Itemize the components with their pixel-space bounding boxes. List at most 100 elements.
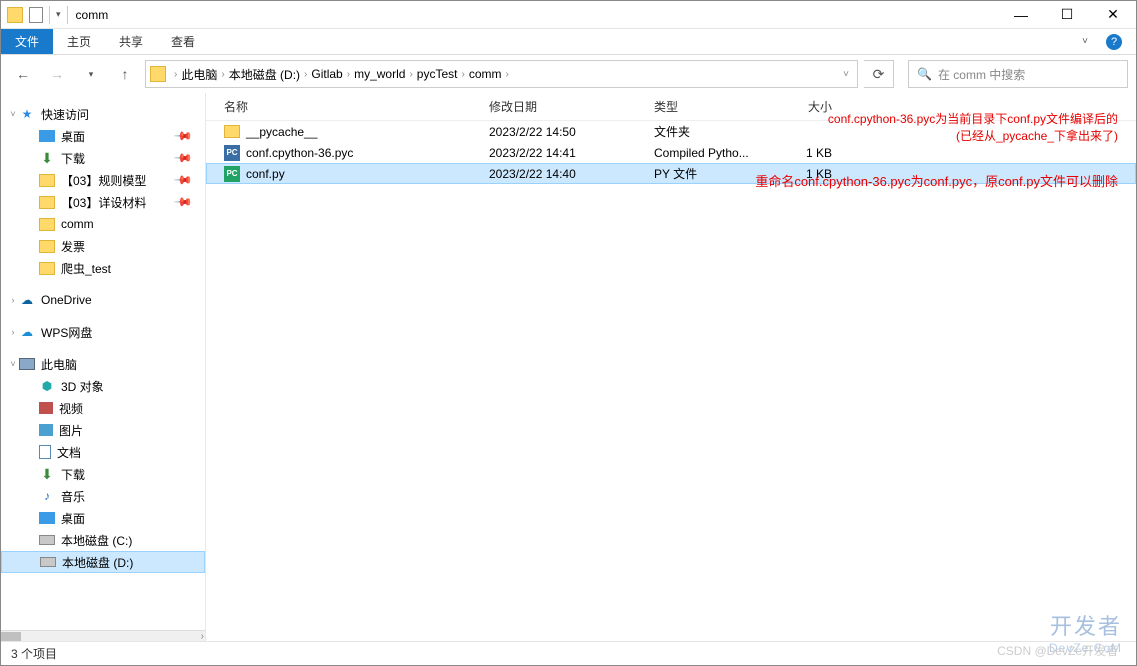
body: ˅★快速访问 桌面📌 ⬇下载📌 【03】规则模型📌 【03】详设材料📌 comm…	[1, 93, 1136, 641]
navigation-pane[interactable]: ˅★快速访问 桌面📌 ⬇下载📌 【03】规则模型📌 【03】详设材料📌 comm…	[1, 93, 206, 641]
help-icon[interactable]: ?	[1106, 34, 1122, 50]
cloud-icon: ☁	[19, 292, 35, 308]
pin-icon: 📌	[173, 148, 193, 168]
up-button[interactable]: ↑	[111, 60, 139, 88]
folder-icon	[39, 218, 55, 231]
refresh-button[interactable]: ⟳	[864, 60, 894, 88]
sidebar-label: WPS网盘	[41, 324, 92, 341]
folder-icon	[39, 174, 55, 187]
sidebar-item-folder[interactable]: 【03】规则模型📌	[1, 169, 205, 191]
desktop-icon	[39, 130, 55, 142]
minimize-button[interactable]: —	[998, 1, 1044, 29]
back-button[interactable]: ←	[9, 60, 37, 88]
download-icon: ⬇	[39, 466, 55, 482]
folder-icon	[39, 262, 55, 275]
sidebar-item-downloads[interactable]: ⬇下载	[1, 463, 205, 485]
star-icon: ★	[19, 106, 35, 122]
annotation-1: conf.cpython-36.pyc为当前目录下conf.py文件编译后的 (…	[828, 111, 1118, 145]
quick-access-toolbar: ▾	[1, 6, 74, 24]
sidebar-item-folder[interactable]: comm	[1, 213, 205, 235]
chevron-right-icon[interactable]: ›	[174, 69, 177, 80]
qat-chevron-icon[interactable]: ▾	[56, 9, 61, 20]
sidebar-item-drive-c[interactable]: 本地磁盘 (C:)	[1, 529, 205, 551]
close-button[interactable]: ✕	[1090, 1, 1136, 29]
tab-file[interactable]: 文件	[1, 29, 53, 54]
chevron-right-icon[interactable]: ›	[221, 69, 224, 80]
sidebar-item-folder[interactable]: 【03】详设材料📌	[1, 191, 205, 213]
watermark-csdn: CSDN @DevZe开发者	[997, 642, 1118, 659]
crumb[interactable]: my_world	[354, 67, 405, 81]
sidebar-wps[interactable]: ›☁WPS网盘	[1, 321, 205, 343]
image-icon	[39, 424, 53, 436]
sidebar-item-label: 爬虫_test	[61, 260, 111, 277]
sidebar-item-folder[interactable]: 爬虫_test	[1, 257, 205, 279]
sidebar-label: 此电脑	[41, 356, 77, 373]
document-icon[interactable]	[29, 7, 43, 23]
status-bar: 3 个项目	[1, 641, 1136, 665]
search-placeholder: 在 comm 中搜索	[938, 66, 1025, 83]
file-row[interactable]: PC conf.cpython-36.pyc 2023/2/22 14:41 C…	[206, 142, 1136, 163]
chevron-right-icon[interactable]: ›	[347, 69, 350, 80]
folder-icon	[7, 7, 23, 23]
chevron-down-icon[interactable]: ˅	[7, 359, 19, 369]
chevron-down-icon[interactable]: ˅	[7, 109, 19, 119]
sidebar-this-pc[interactable]: ˅ 此电脑	[1, 353, 205, 375]
divider	[67, 6, 68, 24]
file-size: 1 KB	[774, 146, 844, 160]
pyc-file-icon: PC	[224, 145, 240, 161]
collapse-ribbon-icon[interactable]: ˅	[1082, 36, 1088, 47]
search-icon: 🔍	[917, 67, 932, 81]
annotation-2: 重命名conf.cpython-36.pyc为conf.pyc，原conf.py…	[755, 173, 1118, 191]
forward-button[interactable]: →	[43, 60, 71, 88]
crumb[interactable]: 本地磁盘 (D:)	[229, 66, 300, 83]
sidebar-item-pictures[interactable]: 图片	[1, 419, 205, 441]
address-dropdown-icon[interactable]: ˅	[843, 69, 849, 80]
sidebar-item-3d[interactable]: ⬢3D 对象	[1, 375, 205, 397]
chevron-right-icon[interactable]: ›	[505, 69, 508, 80]
scrollbar[interactable]: ›	[1, 630, 206, 641]
crumb[interactable]: pycTest	[417, 67, 458, 81]
chevron-right-icon[interactable]: ›	[409, 69, 412, 80]
column-name[interactable]: 名称	[224, 98, 489, 115]
sidebar-item-label: 发票	[61, 238, 85, 255]
history-dropdown[interactable]: ▾	[77, 60, 105, 88]
maximize-button[interactable]: ☐	[1044, 1, 1090, 29]
chevron-right-icon[interactable]: ›	[304, 69, 307, 80]
sidebar-item-music[interactable]: ♪音乐	[1, 485, 205, 507]
crumb[interactable]: Gitlab	[311, 67, 342, 81]
scroll-right-icon[interactable]: ›	[201, 631, 204, 641]
nav-row: ← → ▾ ↑ › 此电脑 › 本地磁盘 (D:) › Gitlab › my_wor…	[1, 55, 1136, 93]
chevron-right-icon[interactable]: ›	[7, 295, 19, 305]
tab-share[interactable]: 共享	[105, 29, 157, 54]
crumb[interactable]: 此电脑	[181, 66, 217, 83]
ribbon: 文件 主页 共享 查看 ˅ ?	[1, 29, 1136, 55]
sidebar-item-label: 音乐	[61, 488, 85, 505]
sidebar-onedrive[interactable]: ›☁OneDrive	[1, 289, 205, 311]
file-name: __pycache__	[246, 125, 489, 139]
sidebar-item-documents[interactable]: 文档	[1, 441, 205, 463]
column-type[interactable]: 类型	[654, 98, 774, 115]
address-bar[interactable]: › 此电脑 › 本地磁盘 (D:) › Gitlab › my_world › pycT…	[145, 60, 858, 88]
tab-view[interactable]: 查看	[157, 29, 209, 54]
search-box[interactable]: 🔍 在 comm 中搜索	[908, 60, 1128, 88]
annotation-text: (已经从_pycache_下拿出来了)	[828, 128, 1118, 145]
sidebar-item-downloads[interactable]: ⬇下载📌	[1, 147, 205, 169]
sidebar-item-drive-d[interactable]: 本地磁盘 (D:)	[1, 551, 205, 573]
sidebar-item-videos[interactable]: 视频	[1, 397, 205, 419]
sidebar-item-desktop[interactable]: 桌面📌	[1, 125, 205, 147]
crumb[interactable]: comm	[469, 67, 502, 81]
tab-home[interactable]: 主页	[53, 29, 105, 54]
sidebar-item-folder[interactable]: 发票	[1, 235, 205, 257]
ribbon-right: ˅ ?	[1082, 29, 1136, 54]
divider	[49, 6, 50, 24]
pin-icon: 📌	[173, 192, 193, 212]
folder-icon	[39, 240, 55, 253]
folder-icon	[39, 196, 55, 209]
sidebar-item-desktop[interactable]: 桌面	[1, 507, 205, 529]
chevron-right-icon[interactable]: ›	[7, 327, 19, 337]
sidebar-quick-access[interactable]: ˅★快速访问	[1, 103, 205, 125]
content-pane[interactable]: 名称 修改日期 类型 大小 __pycache__ 2023/2/22 14:5…	[206, 93, 1136, 641]
column-date[interactable]: 修改日期	[489, 98, 654, 115]
chevron-right-icon[interactable]: ›	[461, 69, 464, 80]
desktop-icon	[39, 512, 55, 524]
